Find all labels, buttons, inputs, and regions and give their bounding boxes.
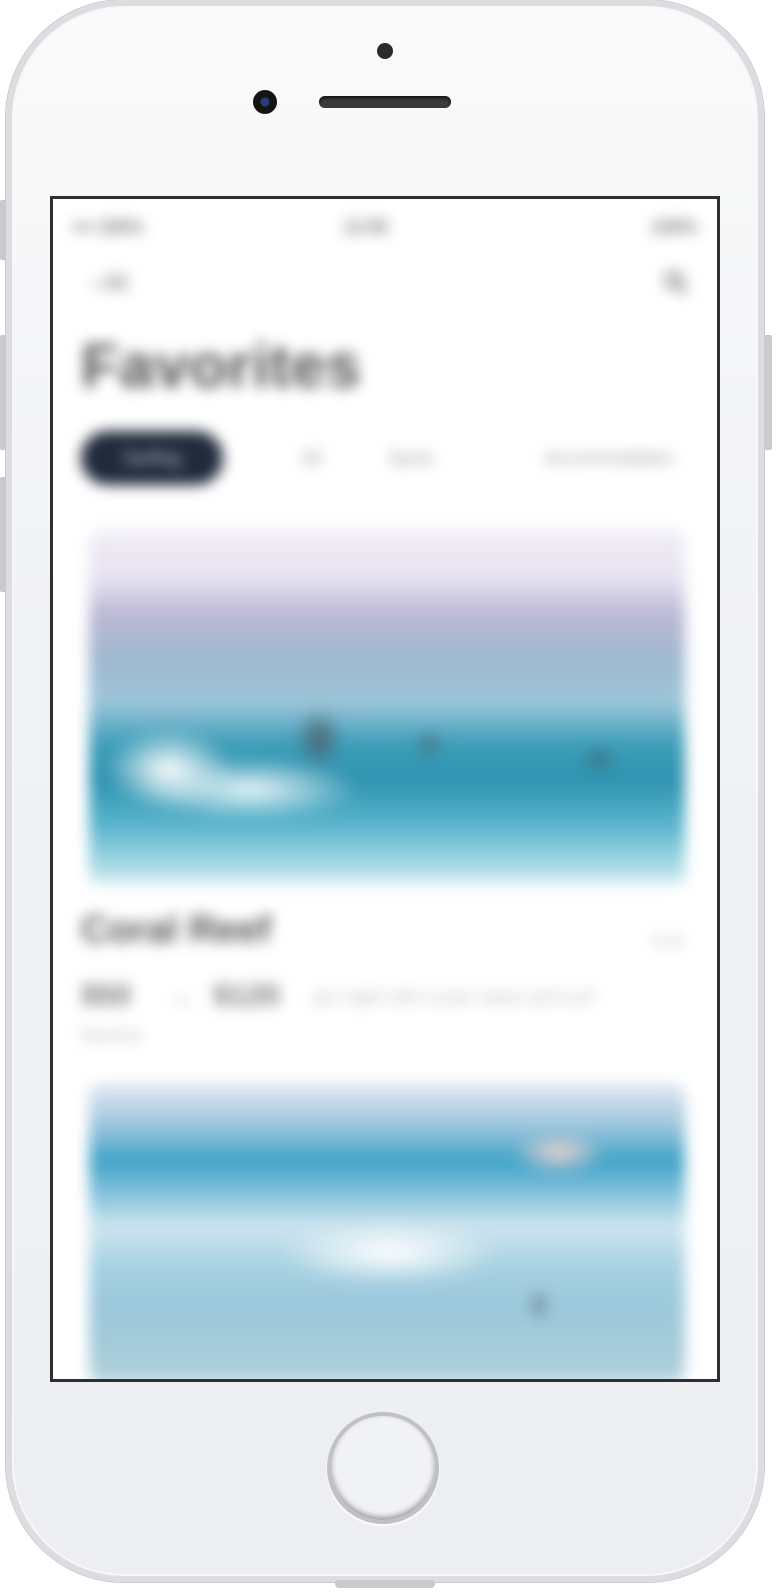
- power-button: [764, 335, 772, 450]
- favorite-card-price-to: $120: [213, 979, 280, 1012]
- favorite-card-price-from: $50: [81, 979, 132, 1012]
- favorite-card-distance: 4 km: [650, 933, 685, 950]
- status-time: 12:00: [343, 217, 389, 237]
- favorite-card-image-second[interactable]: [89, 1083, 685, 1379]
- navigation-bar: ‹ All: [81, 263, 695, 303]
- tab-accommodation[interactable]: Accommodation: [521, 431, 697, 485]
- device-frame: ••• 100% 12:00 100% ‹ All Favorites Surf…: [0, 0, 782, 1592]
- phone-screen: ••• 100% 12:00 100% ‹ All Favorites Surf…: [50, 196, 720, 1382]
- tab-surfing[interactable]: Surfing: [81, 431, 223, 485]
- favorite-card-image[interactable]: [89, 529, 685, 889]
- category-tabs: Surfing All Spots Accommodation: [81, 431, 695, 487]
- blurred-app-content: ••• 100% 12:00 100% ‹ All Favorites Surf…: [53, 199, 717, 1379]
- status-bar: ••• 100% 12:00 100%: [73, 211, 697, 241]
- favorite-card-title[interactable]: Coral Reef: [81, 909, 271, 952]
- search-icon[interactable]: [663, 269, 689, 295]
- back-button[interactable]: ‹ All: [85, 269, 134, 297]
- front-camera: [253, 90, 277, 114]
- favorite-card-description-continued: lessons: [81, 1025, 143, 1045]
- tab-spots[interactable]: Spots: [371, 431, 451, 485]
- tab-all[interactable]: All: [281, 431, 341, 485]
- status-signal: ••• 100%: [73, 217, 143, 237]
- proximity-sensor: [377, 43, 393, 59]
- page-title: Favorites: [81, 332, 362, 401]
- status-battery: 100%: [650, 217, 697, 237]
- earpiece-speaker: [319, 96, 451, 108]
- bottom-edge: [335, 1580, 435, 1588]
- favorite-card-description: per night with ocean views and surf: [313, 987, 595, 1007]
- home-button[interactable]: [327, 1412, 439, 1524]
- favorite-card-price-separator: –: [175, 983, 190, 1013]
